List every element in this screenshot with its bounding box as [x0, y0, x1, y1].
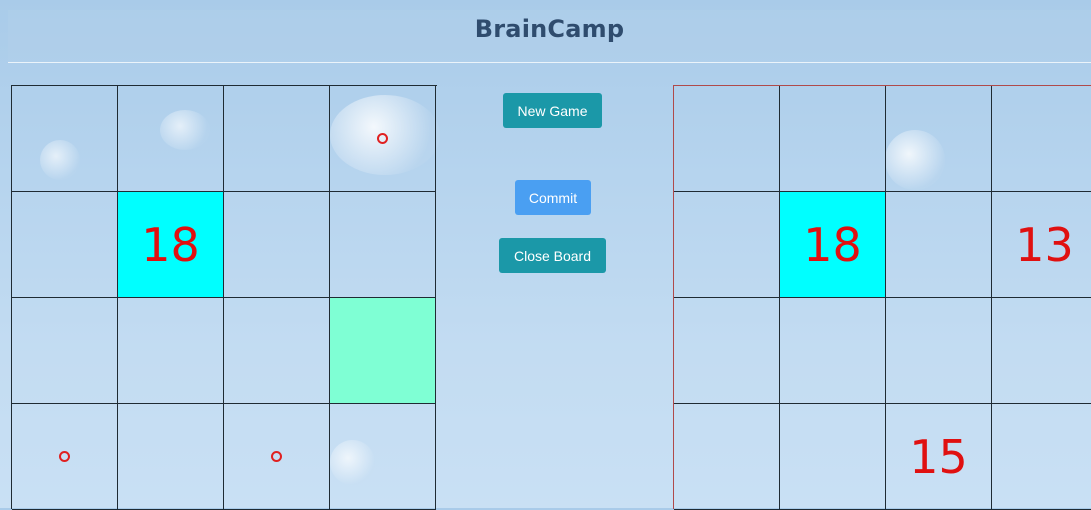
player-board: 18	[11, 85, 437, 510]
board-cell[interactable]	[674, 404, 780, 510]
board-cell[interactable]	[224, 86, 330, 192]
board-cell[interactable]	[12, 86, 118, 192]
board-cell[interactable]	[886, 192, 992, 298]
board-cell[interactable]	[224, 404, 330, 510]
board-cell[interactable]	[992, 404, 1091, 510]
board-cell[interactable]	[118, 404, 224, 510]
board-cell[interactable]: 13	[992, 192, 1091, 298]
circle-marker-icon	[59, 451, 70, 462]
board-cell[interactable]	[330, 192, 436, 298]
board-cell[interactable]	[992, 86, 1091, 192]
board-cell[interactable]	[330, 404, 436, 510]
board-cell[interactable]	[330, 86, 436, 192]
app-title: BrainCamp	[474, 15, 625, 43]
board-cell[interactable]	[674, 298, 780, 404]
opponent-board: 18 13 15	[673, 85, 1091, 510]
board-cell[interactable]: 15	[886, 404, 992, 510]
board-cell[interactable]	[780, 86, 886, 192]
commit-button[interactable]: Commit	[515, 180, 591, 215]
board-cell[interactable]: 18	[780, 192, 886, 298]
board-cell[interactable]	[12, 192, 118, 298]
board-cell[interactable]	[780, 298, 886, 404]
board-cell[interactable]	[780, 404, 886, 510]
new-game-button[interactable]: New Game	[503, 93, 602, 128]
board-cell[interactable]	[12, 298, 118, 404]
cell-number: 18	[141, 217, 200, 272]
app-header: BrainCamp	[8, 10, 1091, 63]
board-cell[interactable]	[674, 86, 780, 192]
board-cell[interactable]	[224, 192, 330, 298]
board-cell[interactable]	[118, 298, 224, 404]
board-cell[interactable]	[886, 86, 992, 192]
circle-marker-icon	[377, 133, 388, 144]
cell-number: 13	[1015, 217, 1074, 272]
board-cell[interactable]	[992, 298, 1091, 404]
board-cell[interactable]: 18	[118, 192, 224, 298]
board-cell[interactable]	[886, 298, 992, 404]
cell-number: 18	[803, 217, 862, 272]
board-cell[interactable]	[330, 298, 436, 404]
close-board-button[interactable]: Close Board	[499, 238, 606, 273]
board-cell[interactable]	[118, 86, 224, 192]
board-cell[interactable]	[674, 192, 780, 298]
board-cell[interactable]	[12, 404, 118, 510]
cell-number: 15	[909, 429, 968, 484]
circle-marker-icon	[271, 451, 282, 462]
board-cell[interactable]	[224, 298, 330, 404]
